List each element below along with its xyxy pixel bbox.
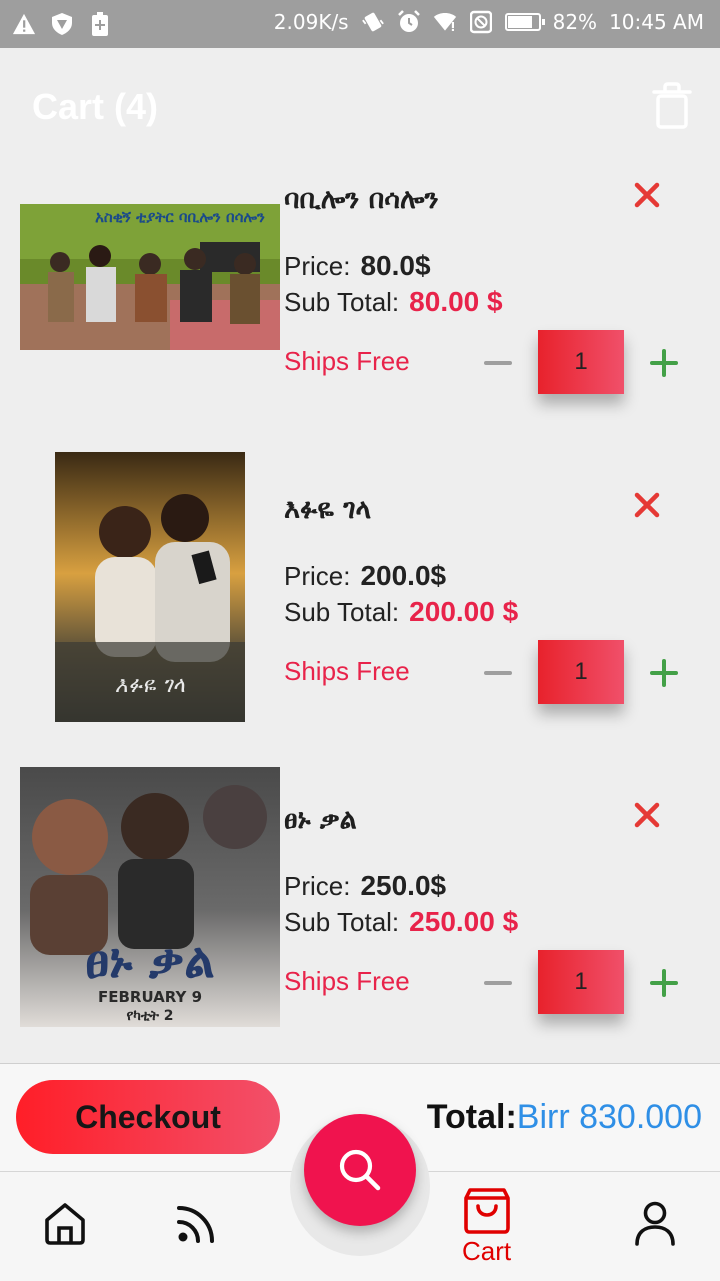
nav-item-cart[interactable]: Cart bbox=[462, 1186, 511, 1267]
battery-percent: 82% bbox=[552, 10, 598, 34]
price-label: Price: bbox=[284, 871, 351, 901]
subtotal-value: 80.00 $ bbox=[409, 286, 503, 317]
warning-icon bbox=[12, 12, 36, 36]
app-bar: Cart (4) bbox=[0, 48, 720, 164]
shipping-label: Ships Free bbox=[284, 346, 410, 376]
vibrate-icon bbox=[361, 10, 385, 34]
subtotal-label: Sub Total: bbox=[284, 287, 400, 317]
wifi-icon bbox=[433, 10, 457, 34]
battery-icon bbox=[504, 13, 545, 31]
poster-image[interactable]: አስቂኝ ቲያትር ባቢሎን በሳሎን bbox=[20, 204, 280, 350]
total-label: Total: bbox=[426, 1098, 517, 1136]
poster-subtext: የካቲት 2 bbox=[126, 1008, 173, 1024]
cart-total: Total:Birr 830.000 bbox=[427, 1098, 702, 1137]
subtotal-value: 200.00 $ bbox=[409, 596, 519, 627]
remove-item-button[interactable] bbox=[632, 490, 662, 520]
nav-item-home[interactable] bbox=[42, 1200, 88, 1246]
dnd-icon bbox=[469, 10, 493, 34]
page-title: Cart (4) bbox=[32, 86, 159, 127]
remove-item-button[interactable] bbox=[632, 180, 662, 210]
price-row: Price: 200.0$ bbox=[284, 560, 446, 592]
total-value: Birr 830.000 bbox=[516, 1098, 702, 1136]
increase-qty-button[interactable] bbox=[650, 969, 678, 997]
person-icon bbox=[635, 1201, 675, 1246]
clock: 10:45 AM bbox=[609, 10, 704, 34]
cart-item: እፉዬ ገላ እፉዬ ገላ Price: 200.0$ Sub Total: 200… bbox=[0, 452, 720, 774]
price-value: 200.0$ bbox=[360, 560, 447, 591]
shipping-label: Ships Free bbox=[284, 966, 410, 996]
checkout-button[interactable]: Checkout bbox=[16, 1080, 280, 1154]
item-title: ባቢሎን በሳሎን bbox=[284, 184, 439, 215]
item-title: እፉዬ ገላ bbox=[284, 494, 372, 525]
rss-icon bbox=[177, 1206, 214, 1243]
status-bar: 2.09K/s 82% 10:45 AM bbox=[0, 0, 720, 48]
poster-image[interactable]: ፀኑ ቃል FEBRUARY 9 የካቲት 2 bbox=[20, 767, 280, 1027]
subtotal-row: Sub Total: 250.00 $ bbox=[284, 906, 518, 938]
decrease-qty-button[interactable] bbox=[484, 361, 512, 365]
battery-saver-icon bbox=[88, 12, 112, 36]
decrease-qty-button[interactable] bbox=[484, 981, 512, 985]
nav-label-cart: Cart bbox=[462, 1236, 512, 1266]
cart-item: አስቂኝ ቲያትር ባቢሎን በሳሎን ባቢሎን በሳሎን Price: 80.0… bbox=[0, 164, 720, 464]
price-value: 80.0$ bbox=[360, 250, 431, 281]
quantity-field[interactable]: 1 bbox=[538, 330, 624, 394]
nav-item-feed[interactable] bbox=[174, 1202, 218, 1246]
price-label: Price: bbox=[284, 561, 351, 591]
poster-text: ፀኑ ቃል bbox=[85, 933, 214, 989]
poster-image[interactable]: እፉዬ ገላ bbox=[55, 452, 245, 722]
poster-date: FEBRUARY 9 bbox=[98, 988, 202, 1006]
price-row: Price: 250.0$ bbox=[284, 870, 446, 902]
trash-icon bbox=[652, 82, 692, 129]
clear-cart-button[interactable] bbox=[650, 82, 694, 130]
increase-qty-button[interactable] bbox=[650, 659, 678, 687]
poster-text: አስቂኝ ቲያትር ባቢሎን በሳሎን bbox=[95, 208, 265, 226]
subtotal-value: 250.00 $ bbox=[409, 906, 519, 937]
price-row: Price: 80.0$ bbox=[284, 250, 431, 282]
quantity-field[interactable]: 1 bbox=[538, 950, 624, 1014]
vpn-shield-icon bbox=[50, 12, 74, 36]
alarm-icon bbox=[397, 10, 421, 34]
cart-item: ፀኑ ቃል FEBRUARY 9 የካቲት 2 ፀኑ ቃል Price: 250.… bbox=[0, 767, 720, 1084]
increase-qty-button[interactable] bbox=[650, 349, 678, 377]
item-title: ፀኑ ቃል bbox=[284, 804, 357, 835]
poster-text: እፉዬ ገላ bbox=[115, 673, 186, 698]
subtotal-label: Sub Total: bbox=[284, 597, 400, 627]
price-label: Price: bbox=[284, 251, 351, 281]
shipping-label: Ships Free bbox=[284, 656, 410, 686]
bag-icon bbox=[463, 1188, 510, 1234]
search-icon bbox=[339, 1149, 381, 1191]
price-value: 250.0$ bbox=[360, 870, 447, 901]
subtotal-row: Sub Total: 80.00 $ bbox=[284, 286, 503, 318]
subtotal-label: Sub Total: bbox=[284, 907, 400, 937]
search-fab[interactable] bbox=[304, 1114, 416, 1226]
network-speed: 2.09K/s bbox=[273, 10, 349, 34]
quantity-field[interactable]: 1 bbox=[538, 640, 624, 704]
nav-item-profile[interactable] bbox=[634, 1200, 676, 1246]
home-icon bbox=[45, 1203, 85, 1245]
decrease-qty-button[interactable] bbox=[484, 671, 512, 675]
subtotal-row: Sub Total: 200.00 $ bbox=[284, 596, 518, 628]
remove-item-button[interactable] bbox=[632, 800, 662, 830]
